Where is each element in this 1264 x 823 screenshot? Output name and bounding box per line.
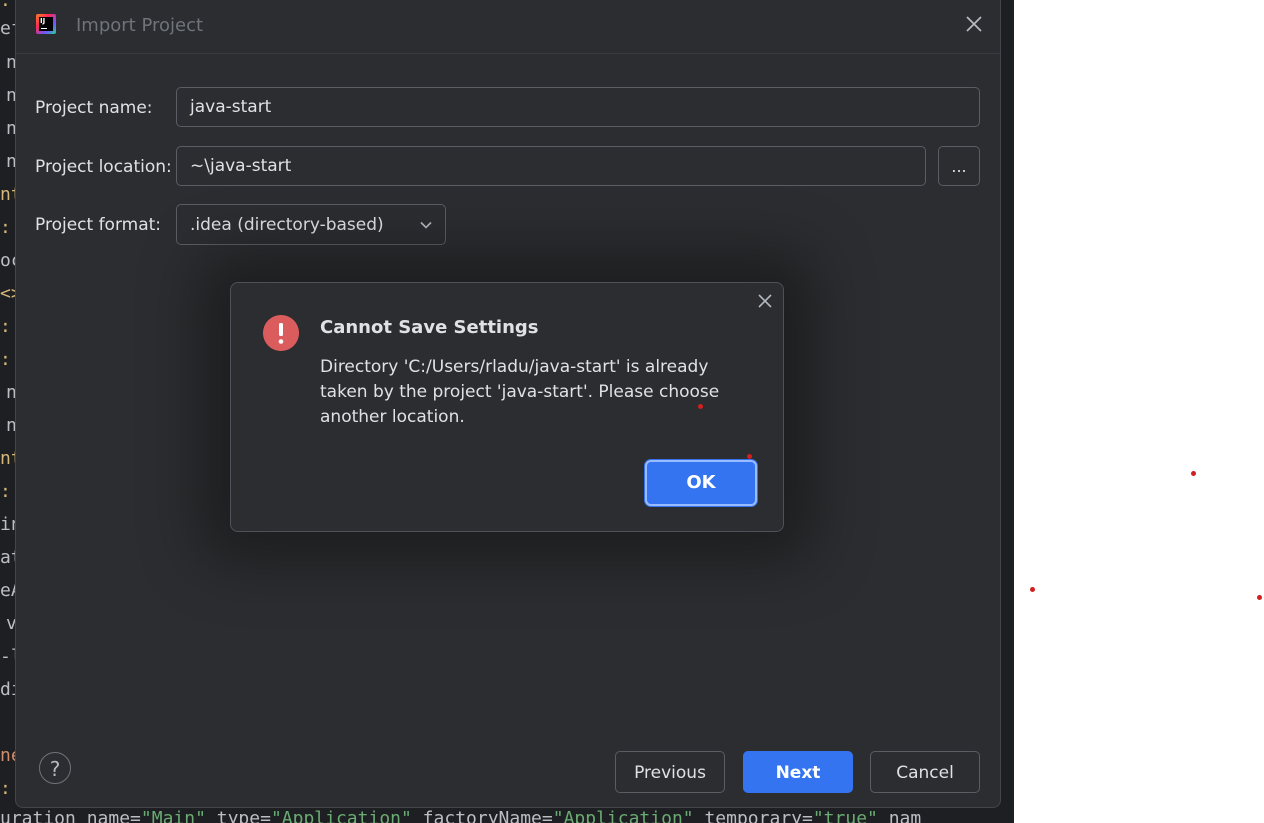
red-dot-marker: [747, 454, 752, 459]
code-line: :: [0, 217, 11, 238]
code-line: :: [0, 0, 11, 11]
bottom-code-line: uration name="Main" type="Application" f…: [0, 808, 922, 823]
error-icon: [263, 315, 299, 351]
project-format-value: .idea (directory-based): [190, 215, 384, 235]
project-name-label: Project name:: [35, 98, 153, 118]
alert-title: Cannot Save Settings: [320, 317, 539, 338]
chevron-down-icon: [420, 221, 432, 229]
dialog-title: Import Project: [76, 15, 204, 36]
next-button[interactable]: Next: [743, 751, 853, 793]
browse-button[interactable]: ...: [938, 146, 980, 186]
previous-button[interactable]: Previous: [615, 751, 725, 793]
close-icon[interactable]: [755, 291, 775, 311]
alert-message: Directory 'C:/Users/rladu/java-start' is…: [320, 357, 720, 427]
code-line: :: [0, 778, 11, 799]
close-icon[interactable]: [962, 12, 986, 36]
title-bar: IJ Import Project: [16, 0, 1000, 54]
code-line: :: [0, 316, 11, 337]
ok-button[interactable]: OK: [645, 460, 757, 506]
intellij-logo-icon: IJ: [36, 14, 56, 34]
project-format-select[interactable]: .idea (directory-based): [176, 204, 446, 245]
project-location-input[interactable]: ~\java-start: [176, 146, 926, 186]
cancel-button[interactable]: Cancel: [870, 751, 980, 793]
red-dot-marker: [698, 404, 703, 409]
code-line: :: [0, 349, 11, 370]
code-line: :: [0, 481, 11, 502]
red-dot-marker: [1257, 595, 1262, 600]
project-location-label: Project location:: [35, 157, 172, 177]
project-name-input[interactable]: java-start: [176, 87, 980, 127]
project-format-label: Project format:: [35, 215, 162, 235]
red-dot-marker: [1030, 587, 1035, 592]
help-button[interactable]: ?: [39, 752, 71, 784]
red-dot-marker: [1191, 471, 1196, 476]
